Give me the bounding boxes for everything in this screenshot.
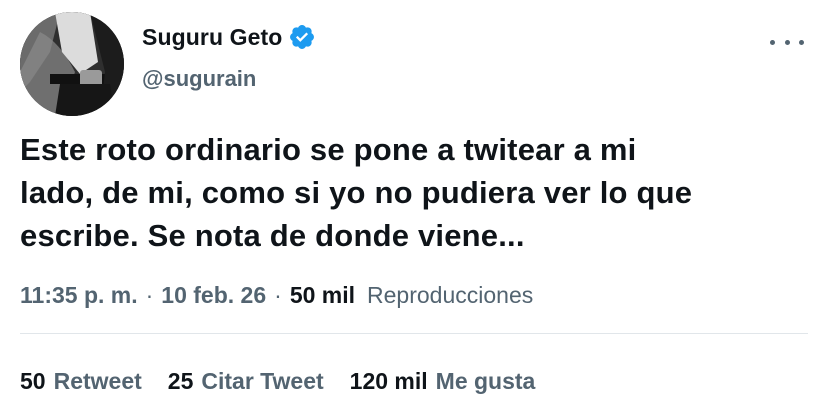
quotes-label: Citar Tweet: [201, 367, 324, 394]
tweet-meta: 11:35 p. m. · 10 feb. 26 · 50 mil Reprod…: [20, 280, 533, 310]
divider: [20, 333, 808, 334]
quotes-count: 25: [167, 367, 194, 394]
views-label: Reproducciones: [367, 281, 534, 308]
meta-separator: ·: [145, 281, 154, 308]
display-name[interactable]: Suguru Geto: [142, 24, 282, 51]
engagement-stats: 50 Retweet 25 Citar Tweet 120 mil Me gus…: [20, 366, 561, 396]
dot-icon: [770, 39, 775, 45]
more-options-icon[interactable]: [770, 28, 804, 56]
handle[interactable]: @sugurain: [142, 66, 256, 92]
verified-badge-icon: [288, 23, 316, 51]
retweets-stat[interactable]: 50 Retweet: [20, 368, 142, 395]
views-count: 50 mil: [289, 281, 356, 308]
likes-stat[interactable]: 120 mil Me gusta: [350, 368, 536, 395]
dot-icon: [799, 39, 804, 45]
tweet-date[interactable]: 10 feb. 26: [161, 282, 266, 309]
likes-count: 120 mil: [349, 367, 428, 394]
tweet-card: Suguru Geto @sugurain Este roto ordinari…: [0, 0, 828, 420]
likes-label: Me gusta: [435, 367, 536, 394]
display-name-row: Suguru Geto: [142, 22, 316, 52]
meta-separator: ·: [274, 281, 282, 308]
tweet-text: Este roto ordinario se pone a twitear a …: [20, 132, 693, 253]
tweet-time[interactable]: 11:35 p. m.: [20, 282, 138, 309]
dot-icon: [784, 39, 790, 45]
avatar[interactable]: [20, 12, 124, 116]
quotes-stat[interactable]: 25 Citar Tweet: [168, 368, 324, 395]
retweets-count: 50: [20, 367, 46, 394]
retweets-label: Retweet: [53, 367, 142, 394]
